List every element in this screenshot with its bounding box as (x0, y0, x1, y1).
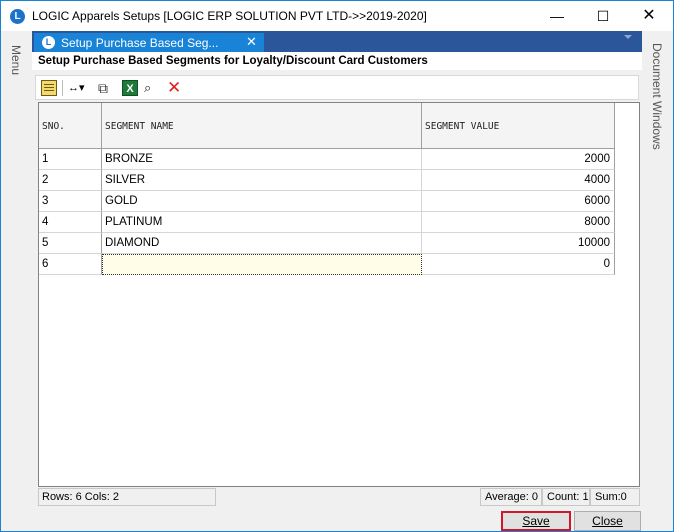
form-heading: Setup Purchase Based Segments for Loyalt… (32, 52, 642, 70)
window-title: LOGIC Apparels Setups [LOGIC ERP SOLUTIO… (32, 9, 427, 23)
cell-segment-name[interactable]: BRONZE (102, 149, 422, 170)
segments-grid[interactable]: SNO. SEGMENT NAME SEGMENT VALUE 1 BRONZE… (38, 102, 640, 487)
grid-header: SNO. SEGMENT NAME SEGMENT VALUE (39, 103, 639, 149)
close-button[interactable]: Close (574, 511, 641, 531)
cell-segment-value[interactable]: 4000 (422, 170, 615, 191)
maximize-button[interactable]: ☐ (580, 1, 626, 31)
tab-setup-purchase-segments[interactable]: L Setup Purchase Based Seg... ✕ (34, 33, 264, 52)
cell-sno[interactable]: 6 (39, 254, 102, 275)
cell-segment-value[interactable]: 8000 (422, 212, 615, 233)
title-bar: L LOGIC Apparels Setups [LOGIC ERP SOLUT… (1, 1, 673, 31)
cell-segment-value[interactable]: 0 (422, 254, 615, 275)
app-window: L LOGIC Apparels Setups [LOGIC ERP SOLUT… (0, 0, 674, 532)
document-tab-strip: L Setup Purchase Based Seg... ✕ (32, 31, 642, 52)
cell-sno[interactable]: 3 (39, 191, 102, 212)
delete-icon[interactable]: ✕ (167, 79, 183, 96)
table-row[interactable]: 2 SILVER 4000 (39, 170, 615, 191)
close-window-button[interactable]: ✕ (626, 1, 672, 31)
close-button-label: Close (592, 514, 623, 528)
count-readout: Count: 1 (542, 488, 590, 506)
cell-segment-name[interactable]: GOLD (102, 191, 422, 212)
column-header-segment-name[interactable]: SEGMENT NAME (102, 103, 422, 149)
table-row[interactable]: 5 DIAMOND 10000 (39, 233, 615, 254)
rows-cols-readout: Rows: 6 Cols: 2 (38, 488, 216, 506)
grid-toolbar: ↔▾ ⧉ X ⌕ ✕ (35, 75, 639, 100)
document-windows-label[interactable]: Document Windows (650, 43, 664, 150)
table-row[interactable]: 1 BRONZE 2000 (39, 149, 615, 170)
page-title: Setup Purchase Based Segments for Loyalt… (38, 55, 428, 67)
save-button[interactable]: Save (501, 511, 571, 531)
tab-label: Setup Purchase Based Seg... (61, 36, 219, 50)
cell-segment-value[interactable]: 10000 (422, 233, 615, 254)
toolbar-divider (62, 80, 63, 96)
tab-dropdown-icon[interactable] (624, 35, 632, 39)
excel-export-icon[interactable]: X (122, 80, 138, 96)
table-row[interactable]: 4 PLATINUM 8000 (39, 212, 615, 233)
tab-logo-icon: L (42, 36, 55, 49)
copy-icon[interactable]: ⧉ (98, 80, 114, 96)
cell-sno[interactable]: 2 (39, 170, 102, 191)
cell-segment-name[interactable]: DIAMOND (102, 233, 422, 254)
note-icon[interactable] (41, 80, 57, 96)
tab-close-icon[interactable]: ✕ (246, 34, 257, 50)
column-header-segment-value[interactable]: SEGMENT VALUE (422, 103, 615, 149)
cell-segment-name-editing[interactable] (102, 254, 422, 275)
minimize-button[interactable]: — (534, 1, 580, 31)
column-width-icon[interactable]: ↔▾ (68, 80, 92, 96)
cell-sno[interactable]: 4 (39, 212, 102, 233)
cell-sno[interactable]: 1 (39, 149, 102, 170)
table-row[interactable]: 6 0 (39, 254, 615, 275)
sum-readout: Sum:0 (590, 488, 640, 506)
cell-segment-value[interactable]: 6000 (422, 191, 615, 212)
average-readout: Average: 0 (480, 488, 542, 506)
save-button-label: Save (522, 514, 550, 528)
table-row[interactable]: 3 GOLD 6000 (39, 191, 615, 212)
column-header-sno[interactable]: SNO. (39, 103, 102, 149)
cell-segment-name[interactable]: SILVER (102, 170, 422, 191)
app-logo-icon: L (10, 9, 25, 24)
find-icon[interactable]: ⌕ (144, 80, 160, 96)
menu-panel-strip[interactable] (1, 31, 31, 531)
cell-segment-name[interactable]: PLATINUM (102, 212, 422, 233)
status-bar: Rows: 6 Cols: 2 Average: 0 Count: 1 Sum:… (38, 488, 640, 506)
cell-segment-value[interactable]: 2000 (422, 149, 615, 170)
cell-sno[interactable]: 5 (39, 233, 102, 254)
menu-panel-label[interactable]: Menu (9, 45, 23, 75)
